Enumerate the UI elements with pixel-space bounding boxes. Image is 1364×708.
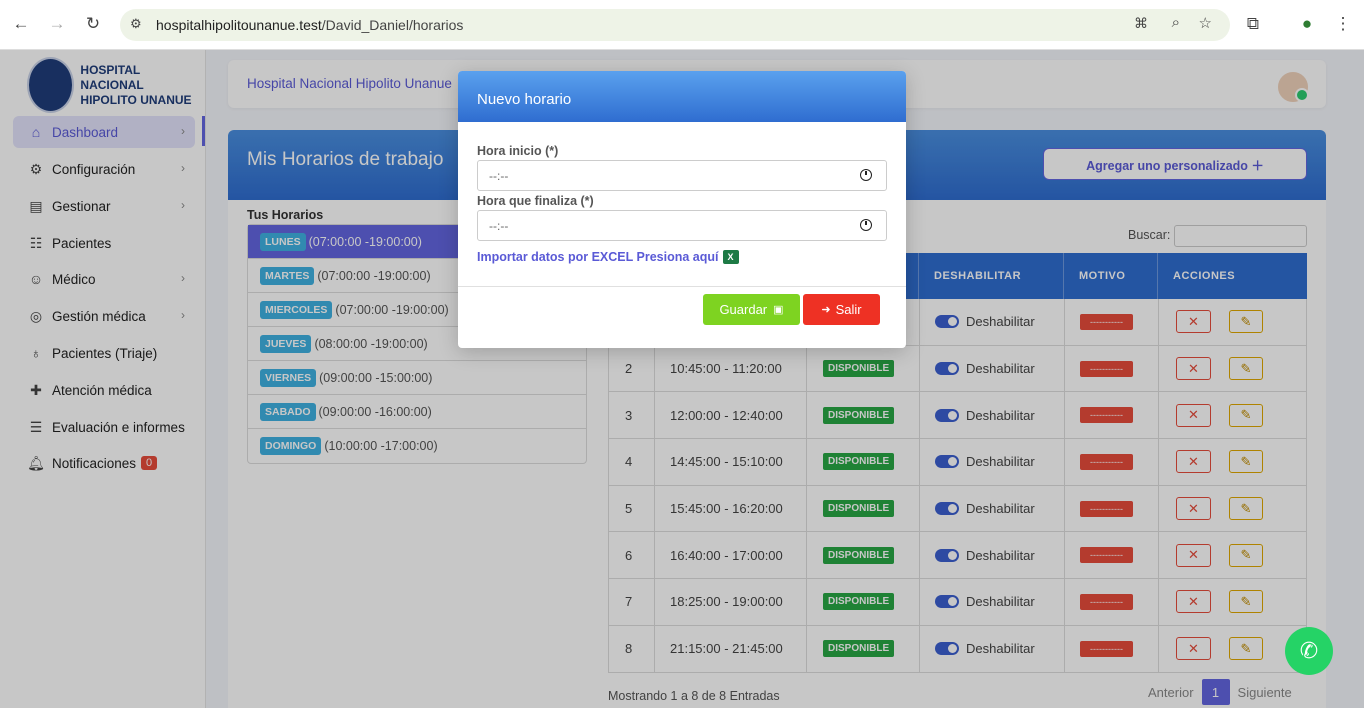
new-schedule-modal: Nuevo horario Hora inicio (*) --:-- Hora…	[458, 71, 906, 348]
exit-label: Salir	[835, 302, 862, 317]
start-time-input[interactable]: --:--	[477, 160, 887, 191]
start-time-label: Hora inicio (*)	[477, 144, 559, 158]
save-button[interactable]: Guardar ▣	[703, 294, 800, 325]
url-host: hospitalhipolitounanue.test	[156, 17, 322, 33]
forward-icon[interactable]: →	[45, 12, 69, 36]
exit-button[interactable]: ➜ Salir	[803, 294, 880, 325]
site-info-icon[interactable]: ⚙	[130, 16, 142, 32]
modal-divider	[458, 286, 906, 287]
sign-out-icon: ➜	[821, 304, 831, 316]
whatsapp-chat-button[interactable]: ✆	[1285, 627, 1333, 675]
import-excel-label: Importar datos por EXCEL Presiona aquí	[477, 250, 719, 264]
clock-icon[interactable]	[860, 219, 872, 231]
address-bar[interactable]: ⚙ hospitalhipolitounanue.test/David_Dani…	[120, 9, 1230, 41]
end-time-input[interactable]: --:--	[477, 210, 887, 241]
back-icon[interactable]: ←	[9, 12, 33, 36]
menu-kebab-icon[interactable]: ⋮	[1331, 12, 1355, 36]
whatsapp-icon: ✆	[1299, 638, 1319, 663]
floppy-disk-icon: ▣	[773, 304, 784, 316]
clock-icon[interactable]	[860, 169, 872, 181]
excel-icon: X	[722, 250, 739, 264]
zoom-icon[interactable]: ⌕	[1172, 14, 1180, 31]
reload-icon[interactable]: ↻	[81, 12, 105, 36]
bookmark-star-icon[interactable]: ☆	[1199, 14, 1212, 32]
browser-toolbar: ← → ↻ ⚙ hospitalhipolitounanue.test/Davi…	[0, 0, 1364, 50]
translate-icon[interactable]: ⌘	[1134, 15, 1148, 32]
end-time-label: Hora que finaliza (*)	[477, 194, 594, 208]
start-time-value: --:--	[489, 168, 509, 183]
profile-icon[interactable]: ●	[1295, 12, 1319, 36]
end-time-value: --:--	[489, 218, 509, 233]
save-label: Guardar	[719, 302, 768, 317]
url-path: /David_Daniel/horarios	[321, 17, 464, 33]
modal-title: Nuevo horario	[458, 71, 906, 122]
extensions-icon[interactable]: ⧉	[1241, 12, 1265, 36]
import-excel-link[interactable]: Importar datos por EXCEL Presiona aquí X	[477, 250, 739, 264]
